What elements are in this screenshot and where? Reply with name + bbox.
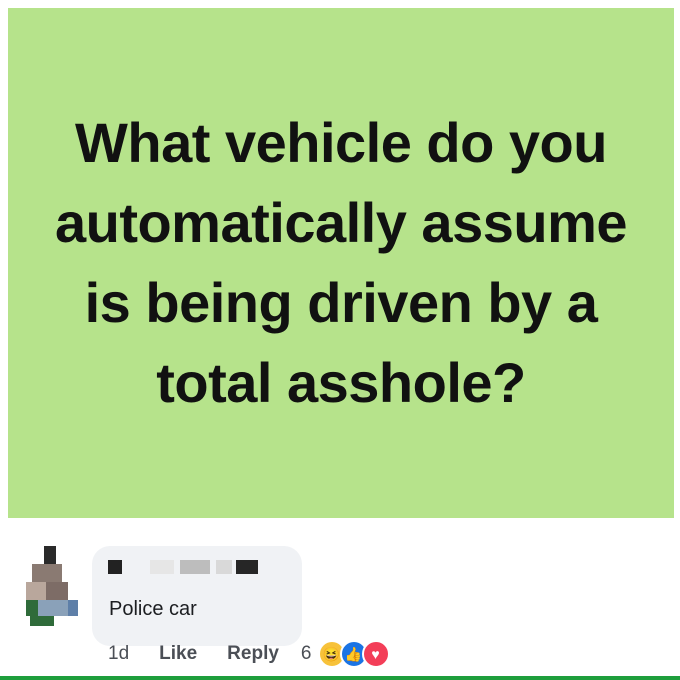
post-image: What vehicle do you automatically assume…	[8, 8, 674, 518]
avatar[interactable]	[26, 546, 78, 626]
reaction-count[interactable]: 6	[301, 643, 312, 665]
comment: Police car 1d Like Reply 6 😆 👍 ♥	[0, 518, 680, 680]
bottom-divider	[0, 676, 680, 680]
comment-bubble: Police car	[92, 546, 302, 646]
comment-text: Police car	[109, 598, 197, 620]
reaction-icons[interactable]: 😆 👍 ♥	[317, 640, 390, 668]
love-icon: ♥	[361, 640, 390, 668]
comment-actions: 1d Like Reply 6 😆 👍 ♥	[108, 640, 390, 668]
commenter-name-redacted[interactable]	[108, 560, 268, 576]
like-button[interactable]: Like	[159, 643, 197, 665]
post-text: What vehicle do you automatically assume…	[54, 111, 628, 414]
reply-button[interactable]: Reply	[227, 643, 279, 665]
comment-timestamp[interactable]: 1d	[108, 643, 129, 665]
